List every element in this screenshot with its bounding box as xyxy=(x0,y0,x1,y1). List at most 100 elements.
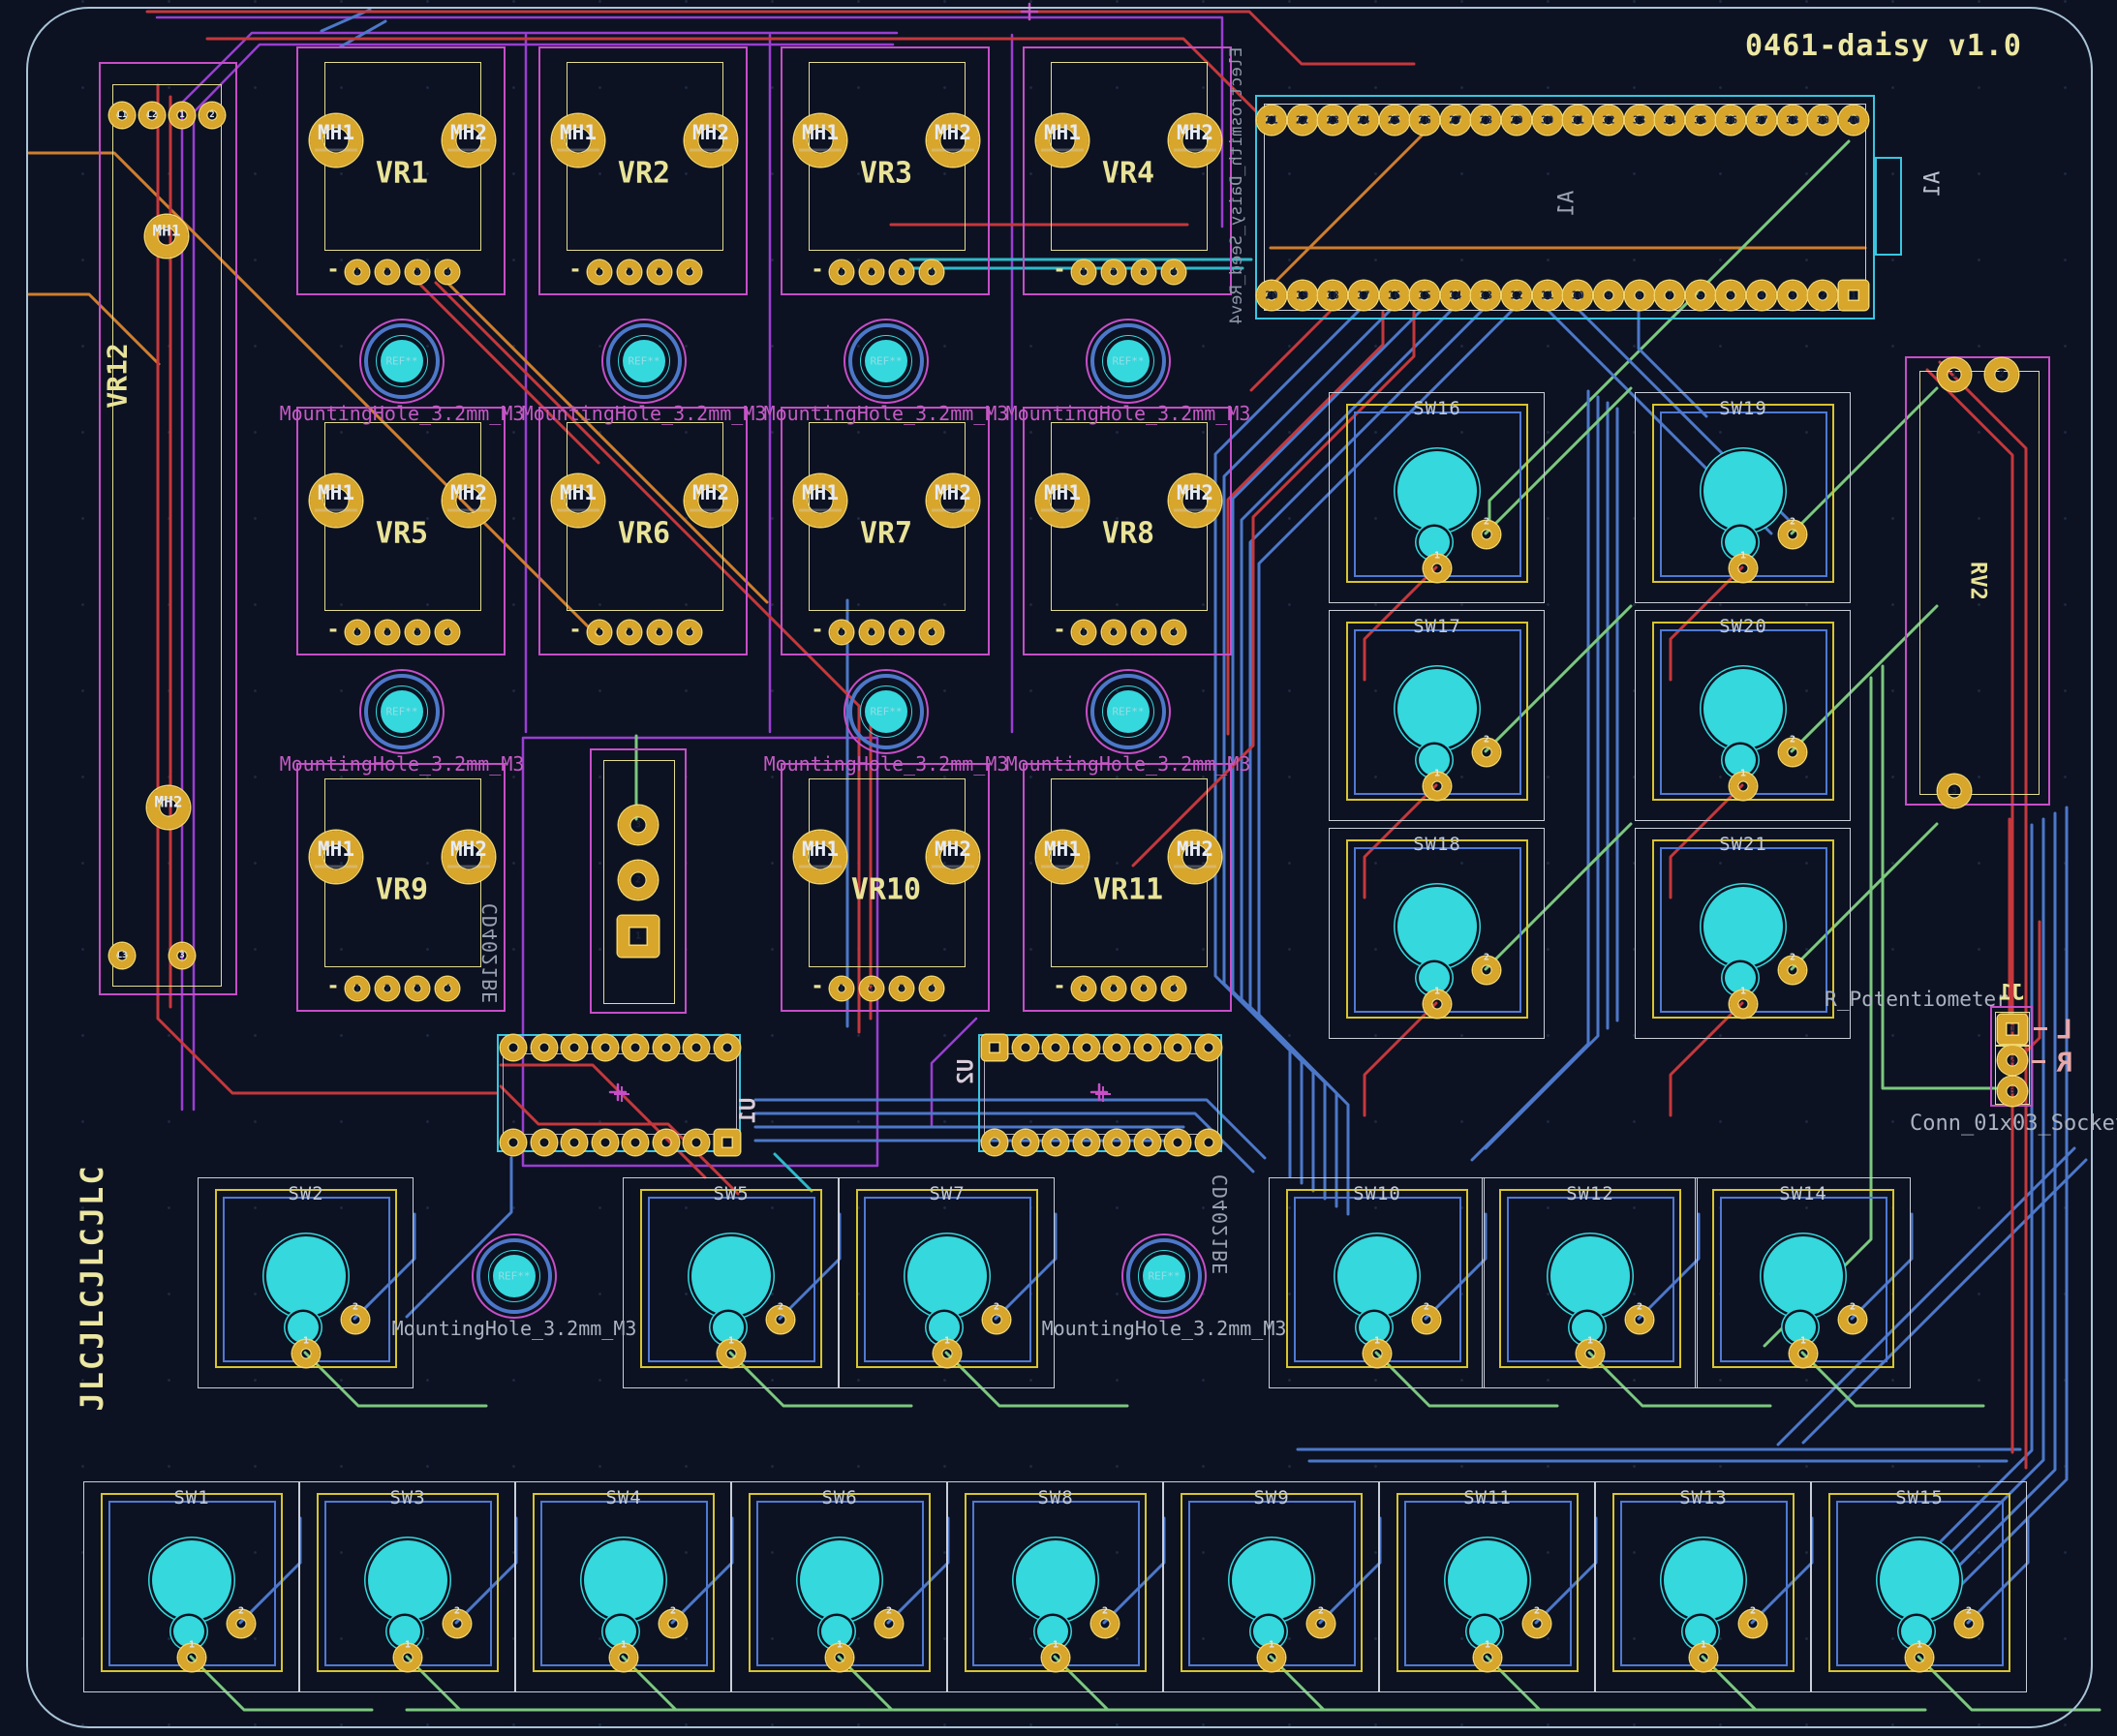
ic-pin-bottom[interactable] xyxy=(982,1130,1007,1155)
ic-pin-bottom[interactable] xyxy=(562,1130,587,1155)
potentiometer-footprint-VR6[interactable]: VR6MH1MH2-1234 xyxy=(538,407,748,655)
ic-pin-bottom[interactable] xyxy=(532,1130,557,1155)
switch-plunger-hole[interactable] xyxy=(1764,1236,1843,1316)
switch-plunger-hole[interactable] xyxy=(1016,1540,1095,1620)
mounting-hole[interactable]: REF** xyxy=(1086,319,1171,404)
ic-pin-top[interactable] xyxy=(1013,1035,1038,1060)
switch-plunger-hole[interactable] xyxy=(1397,887,1477,966)
ic-pin-bottom[interactable] xyxy=(1135,1130,1160,1155)
ic-socket-U1[interactable] xyxy=(497,1034,741,1152)
switch-footprint-SW2[interactable]: SW221 xyxy=(198,1177,414,1388)
ic-pin-bottom[interactable] xyxy=(684,1130,709,1155)
mounting-hole[interactable]: REF** xyxy=(472,1233,557,1319)
ic-pin-top[interactable] xyxy=(1196,1035,1221,1060)
switch-plunger-hole[interactable] xyxy=(152,1540,231,1620)
switch-plunger-hole[interactable] xyxy=(1397,451,1477,531)
potentiometer-footprint-VR5[interactable]: VR5MH1MH2-1234 xyxy=(296,407,506,655)
trimpot-footprint[interactable]: 321 xyxy=(590,748,687,1014)
potentiometer-footprint-VR7[interactable]: VR7MH1MH2-1234 xyxy=(781,407,990,655)
slide-potentiometer-VR12[interactable]: L1L212MH1MH2L33 xyxy=(99,62,237,995)
ic-pin-bottom[interactable] xyxy=(1074,1130,1099,1155)
switch-footprint-SW20[interactable]: SW2021 xyxy=(1635,610,1851,821)
potentiometer-footprint-VR4[interactable]: VR4MH1MH2-1234 xyxy=(1023,46,1232,295)
switch-plunger-hole[interactable] xyxy=(1448,1540,1527,1620)
connector-J1[interactable]: 123 xyxy=(1990,1006,2033,1107)
ic-pin-bottom[interactable] xyxy=(623,1130,648,1155)
ic-pin-top[interactable] xyxy=(1104,1035,1129,1060)
mounting-hole[interactable]: REF** xyxy=(601,319,687,404)
switch-footprint-SW11[interactable]: SW1121 xyxy=(1379,1481,1595,1692)
switch-footprint-SW4[interactable]: SW421 xyxy=(515,1481,731,1692)
ic-pin-top[interactable] xyxy=(593,1035,618,1060)
potentiometer-footprint-VR2[interactable]: VR2MH1MH2-1234 xyxy=(538,46,748,295)
ic-pin-top[interactable] xyxy=(654,1035,679,1060)
switch-plunger-hole[interactable] xyxy=(800,1540,879,1620)
ic-pin-top[interactable] xyxy=(1135,1035,1160,1060)
switch-plunger-hole[interactable] xyxy=(1703,451,1783,531)
switch-footprint-SW17[interactable]: SW1721 xyxy=(1329,610,1545,821)
switch-footprint-SW19[interactable]: SW1921 xyxy=(1635,392,1851,603)
switch-plunger-hole[interactable] xyxy=(1703,887,1783,966)
switch-footprint-SW9[interactable]: SW921 xyxy=(1163,1481,1379,1692)
potentiometer-footprint-VR1[interactable]: VR1MH1MH2-1234 xyxy=(296,46,506,295)
ic-pin-top[interactable] xyxy=(1043,1035,1068,1060)
switch-footprint-SW7[interactable]: SW721 xyxy=(839,1177,1055,1388)
switch-plunger-hole[interactable] xyxy=(1337,1236,1417,1316)
ic-pin-bottom[interactable] xyxy=(654,1130,679,1155)
switch-plunger-hole[interactable] xyxy=(1664,1540,1743,1620)
footprint-layer[interactable]: SW1621 SW1921 SW1721 SW2021 SW1821 SW2121 SW22… xyxy=(0,0,2117,1736)
ic-pin-top[interactable] xyxy=(1074,1035,1099,1060)
ic-pin-top[interactable] xyxy=(715,1035,740,1060)
switch-footprint-SW16[interactable]: SW1621 xyxy=(1329,392,1545,603)
switch-plunger-hole[interactable] xyxy=(1550,1236,1630,1316)
potentiometer-footprint-VR3[interactable]: VR3MH1MH2-1234 xyxy=(781,46,990,295)
switch-plunger-hole[interactable] xyxy=(266,1236,346,1316)
switch-plunger-hole[interactable] xyxy=(691,1236,771,1316)
ic-pin-top[interactable] xyxy=(1165,1035,1190,1060)
ic-pin-bottom[interactable] xyxy=(1104,1130,1129,1155)
ic-pin-bottom[interactable] xyxy=(1196,1130,1221,1155)
switch-footprint-SW12[interactable]: SW1221 xyxy=(1482,1177,1698,1388)
switch-footprint-SW8[interactable]: SW821 xyxy=(947,1481,1163,1692)
mounting-hole[interactable]: REF** xyxy=(359,669,445,754)
mounting-hole[interactable]: REF** xyxy=(844,669,929,754)
ic-pin-top[interactable] xyxy=(684,1035,709,1060)
mounting-hole[interactable]: REF** xyxy=(1121,1233,1207,1319)
switch-footprint-SW6[interactable]: SW621 xyxy=(731,1481,947,1692)
ic-pin-bottom[interactable] xyxy=(715,1130,740,1155)
potentiometer-footprint-VR10[interactable]: VR10MH1MH2-1234 xyxy=(781,763,990,1012)
switch-footprint-SW21[interactable]: SW2121 xyxy=(1635,828,1851,1039)
switch-plunger-hole[interactable] xyxy=(1397,669,1477,748)
ic-pin-bottom[interactable] xyxy=(593,1130,618,1155)
switch-footprint-SW14[interactable]: SW1421 xyxy=(1695,1177,1911,1388)
potentiometer-footprint-VR8[interactable]: VR8MH1MH2-1234 xyxy=(1023,407,1232,655)
ic-socket-U2[interactable] xyxy=(978,1034,1222,1152)
ic-pin-top[interactable] xyxy=(982,1035,1007,1060)
switch-plunger-hole[interactable] xyxy=(907,1236,987,1316)
ic-pin-top[interactable] xyxy=(532,1035,557,1060)
mounting-hole[interactable]: REF** xyxy=(359,319,445,404)
switch-footprint-SW10[interactable]: SW1021 xyxy=(1269,1177,1485,1388)
potentiometer-footprint-VR11[interactable]: VR11MH1MH2-1234 xyxy=(1023,763,1232,1012)
switch-footprint-SW5[interactable]: SW521 xyxy=(623,1177,839,1388)
switch-plunger-hole[interactable] xyxy=(1880,1540,1959,1620)
mounting-hole[interactable]: REF** xyxy=(844,319,929,404)
ic-pin-bottom[interactable] xyxy=(1165,1130,1190,1155)
ic-pin-bottom[interactable] xyxy=(501,1130,526,1155)
ic-pin-top[interactable] xyxy=(501,1035,526,1060)
ic-pin-top[interactable] xyxy=(623,1035,648,1060)
potentiometer-footprint-VR9[interactable]: VR9MH1MH2-1234 xyxy=(296,763,506,1012)
mounting-hole[interactable]: REF** xyxy=(1086,669,1171,754)
switch-plunger-hole[interactable] xyxy=(584,1540,663,1620)
switch-footprint-SW15[interactable]: SW1521 xyxy=(1811,1481,2027,1692)
ic-pin-bottom[interactable] xyxy=(1013,1130,1038,1155)
switch-footprint-SW3[interactable]: SW321 xyxy=(299,1481,515,1692)
pcb-canvas[interactable]: SW1621 SW1921 SW1721 SW2021 SW1821 SW2121 SW22… xyxy=(0,0,2117,1736)
switch-plunger-hole[interactable] xyxy=(1703,669,1783,748)
ic-pin-bottom[interactable] xyxy=(1043,1130,1068,1155)
switch-footprint-SW18[interactable]: SW1821 xyxy=(1329,828,1545,1039)
switch-plunger-hole[interactable] xyxy=(368,1540,447,1620)
switch-footprint-SW1[interactable]: SW121 xyxy=(83,1481,299,1692)
switch-footprint-SW13[interactable]: SW1321 xyxy=(1595,1481,1811,1692)
switch-plunger-hole[interactable] xyxy=(1232,1540,1311,1620)
